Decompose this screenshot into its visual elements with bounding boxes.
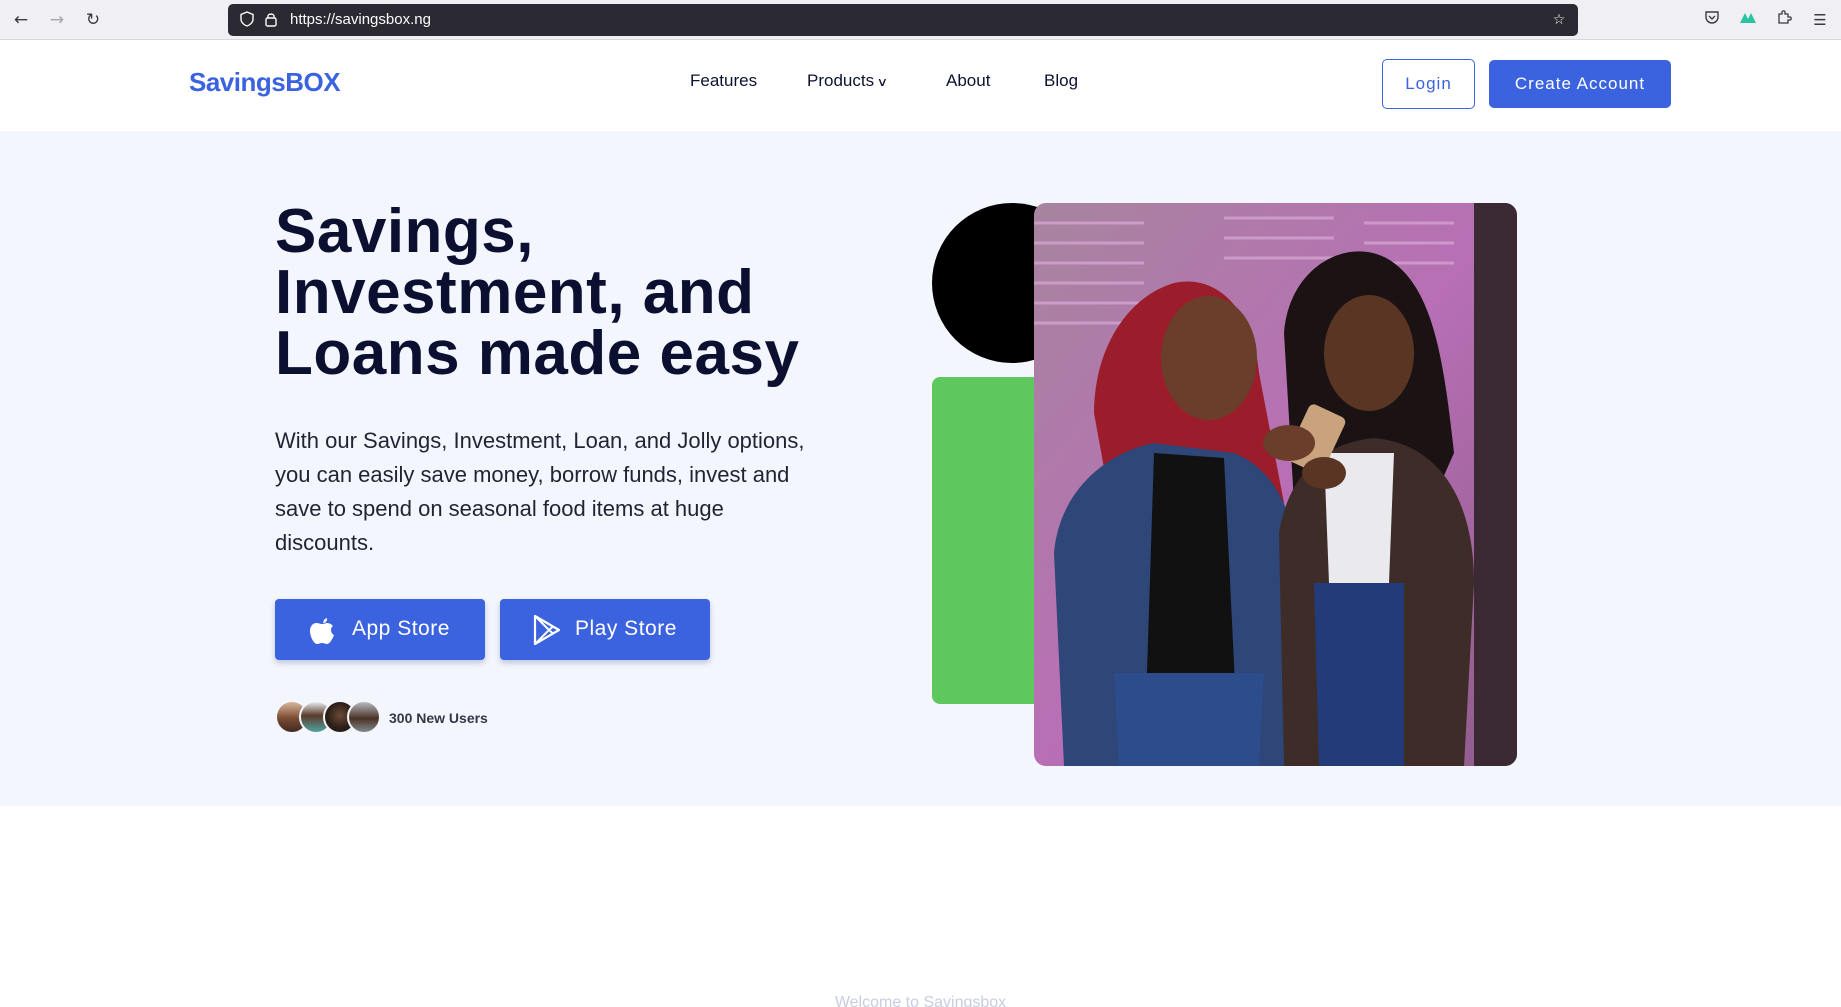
back-arrow-icon[interactable]: ← [10, 9, 32, 31]
nav-products-label: Products [807, 71, 875, 90]
hero-section: Savings, Investment, and Loans made easy… [0, 131, 1841, 806]
browser-toolbar: ← → ↻ https://savingsbox.ng ☆ ☰ [0, 0, 1841, 40]
app-store-label: App Store [352, 617, 450, 640]
hero-photo [1034, 203, 1517, 766]
login-button[interactable]: Login [1382, 59, 1475, 109]
chevron-down-icon: ∨ [876, 75, 889, 89]
section-heading-faded: Welcome to Savingsbox [834, 994, 1007, 1007]
address-bar[interactable]: https://savingsbox.ng ☆ [228, 4, 1578, 36]
hero-title: Savings, Investment, and Loans made easy [275, 197, 800, 388]
avatar [347, 700, 381, 734]
new-users-count: 300 New Users [389, 710, 488, 726]
play-store-label: Play Store [575, 617, 677, 640]
url-text[interactable]: https://savingsbox.ng [290, 11, 431, 29]
reload-icon[interactable]: ↻ [82, 9, 104, 31]
nav-features[interactable]: Features [690, 71, 757, 91]
pocket-icon[interactable] [1701, 9, 1723, 31]
star-icon[interactable]: ☆ [1550, 11, 1568, 29]
site-header: SavingsBOX Features Products ∨ About Blog… [0, 41, 1841, 131]
nav-blog[interactable]: Blog [1044, 71, 1078, 91]
play-store-button[interactable]: Play Store [500, 599, 710, 660]
shield-icon[interactable] [238, 11, 256, 29]
vpn-icon[interactable] [1737, 9, 1759, 31]
logo[interactable]: SavingsBOX [189, 67, 341, 98]
extensions-icon[interactable] [1773, 9, 1795, 31]
create-account-button[interactable]: Create Account [1489, 60, 1671, 108]
nav-products[interactable]: Products ∨ [807, 71, 889, 91]
forward-arrow-icon[interactable]: → [46, 9, 68, 31]
hero-description: With our Savings, Investment, Loan, and … [275, 428, 805, 555]
nav-about[interactable]: About [946, 71, 990, 91]
apple-icon [310, 618, 334, 644]
lock-icon[interactable] [262, 11, 280, 29]
app-store-button[interactable]: App Store [275, 599, 485, 660]
play-store-icon [533, 614, 561, 646]
new-users-avatars [275, 700, 395, 736]
menu-icon[interactable]: ☰ [1809, 9, 1831, 31]
